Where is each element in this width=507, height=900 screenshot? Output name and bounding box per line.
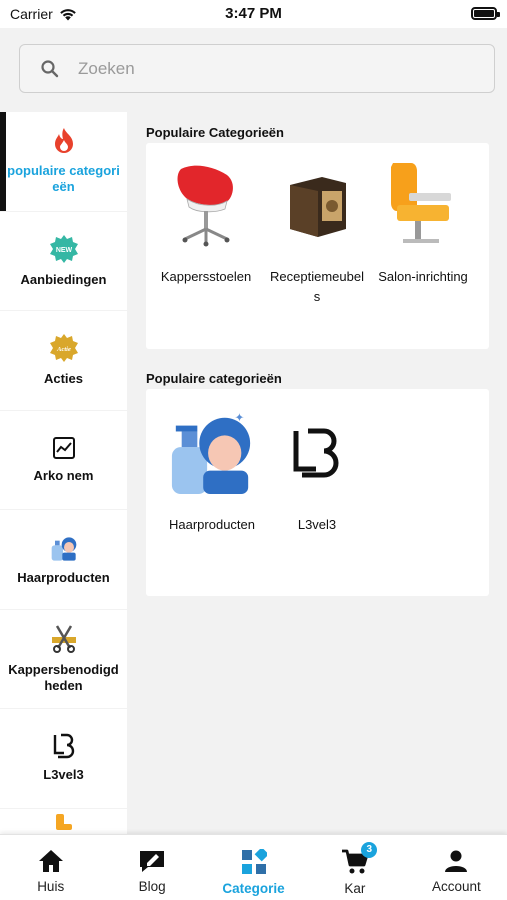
sidebar-item-label: Acties [43, 371, 84, 387]
tile-label: Salon-inrichting [378, 269, 468, 284]
home-icon [38, 850, 63, 872]
search-icon [41, 59, 59, 77]
tile-label: L3vel3 [297, 517, 337, 532]
sidebar-item-label: L3vel3 [43, 767, 84, 783]
category-content: Populaire Categorieën Kappersstoelen Rec… [127, 112, 507, 834]
new-badge-icon: NEW [49, 234, 78, 263]
search-box[interactable] [19, 44, 495, 93]
category-tile-receptiemeubels[interactable]: Receptiemeubels [267, 159, 367, 307]
status-time: 3:47 PM [225, 5, 282, 22]
sidebar-item-label: populaire categorieën [7, 163, 120, 195]
tile-label: Receptiemeubels [270, 269, 364, 304]
sidebar-item-arko-nem[interactable]: Arko nem [0, 410, 127, 509]
nav-account[interactable]: Account [406, 835, 507, 900]
battery-icon [471, 7, 500, 20]
bottom-navigation: Huis Blog Categorie 3 Kar Account [0, 834, 507, 900]
cart-count-badge: 3 [361, 842, 378, 858]
l3vel3-logo-icon [53, 734, 74, 759]
popular-categories-card: Kappersstoelen Receptiemeubels Salon-inr… [146, 143, 489, 349]
popular-categories-card-2: ✦ Haarproducten L3vel3 [146, 389, 489, 596]
image-placeholder-icon [52, 436, 75, 459]
svg-text:✦: ✦ [234, 411, 244, 425]
nav-label: Categorie [222, 881, 285, 896]
sidebar-item-label: Kappersbenodigdheden [8, 661, 119, 693]
hair-products-image: ✦ [167, 407, 257, 497]
category-tile-l3vel3[interactable]: L3vel3 [267, 407, 367, 535]
sidebar-item-aanbiedingen[interactable]: NEW Aanbiedingen [0, 211, 127, 310]
sidebar-item-salon[interactable] [0, 808, 127, 834]
tile-label: Kappersstoelen [160, 269, 252, 284]
category-sidebar: populaire categorieën NEW Aanbiedingen A… [0, 112, 127, 834]
section-title: Populaire categorieën [146, 371, 282, 386]
sidebar-item-populaire-categorieen[interactable]: populaire categorieën [0, 112, 127, 211]
blog-icon [140, 851, 165, 872]
reception-desk-image [272, 159, 362, 249]
category-tile-salon-inrichting[interactable]: Salon-inrichting [373, 159, 473, 287]
search-bar-area [0, 28, 507, 112]
salon-chair-icon [55, 813, 72, 830]
nav-label: Kar [344, 881, 366, 896]
hair-products-icon [51, 537, 76, 561]
red-barber-chair-image [161, 159, 251, 249]
nav-kar[interactable]: 3 Kar [304, 835, 405, 900]
flame-icon [54, 128, 73, 154]
nav-categorie[interactable]: Categorie [203, 835, 304, 900]
nav-label: Huis [37, 879, 65, 894]
orange-salon-chair-image [378, 159, 468, 249]
nav-huis[interactable]: Huis [0, 835, 101, 900]
category-tile-haarproducten[interactable]: ✦ Haarproducten [162, 407, 262, 535]
sidebar-item-acties[interactable]: Actie Acties [0, 311, 127, 410]
l3vel3-logo-image [272, 407, 362, 497]
account-icon [445, 850, 468, 872]
svg-text:NEW: NEW [55, 247, 72, 254]
tile-label: Haarproducten [169, 517, 255, 532]
sidebar-item-label: Aanbiedingen [20, 271, 107, 287]
sidebar-item-label: Arko nem [33, 467, 94, 483]
category-icon [241, 849, 267, 874]
section-title: Populaire Categorieën [146, 125, 284, 140]
actie-badge-icon: Actie [49, 334, 78, 363]
search-input[interactable] [78, 58, 438, 79]
nav-label: Account [431, 879, 481, 894]
category-tile-kappersstoelen[interactable]: Kappersstoelen [156, 159, 256, 287]
svg-text:Actie: Actie [56, 346, 71, 353]
nav-blog[interactable]: Blog [101, 835, 202, 900]
sidebar-item-haarproducten[interactable]: Haarproducten [0, 510, 127, 609]
sidebar-item-l3vel3[interactable]: L3vel3 [0, 709, 127, 808]
sidebar-item-label: Haarproducten [17, 570, 110, 586]
nav-label: Blog [138, 879, 166, 894]
sidebar-item-kappersbenodigdheden[interactable]: Kappersbenodigdheden [0, 609, 127, 708]
status-bar: Carrier 3:47 PM [0, 0, 507, 28]
scissors-comb-icon [51, 625, 76, 653]
